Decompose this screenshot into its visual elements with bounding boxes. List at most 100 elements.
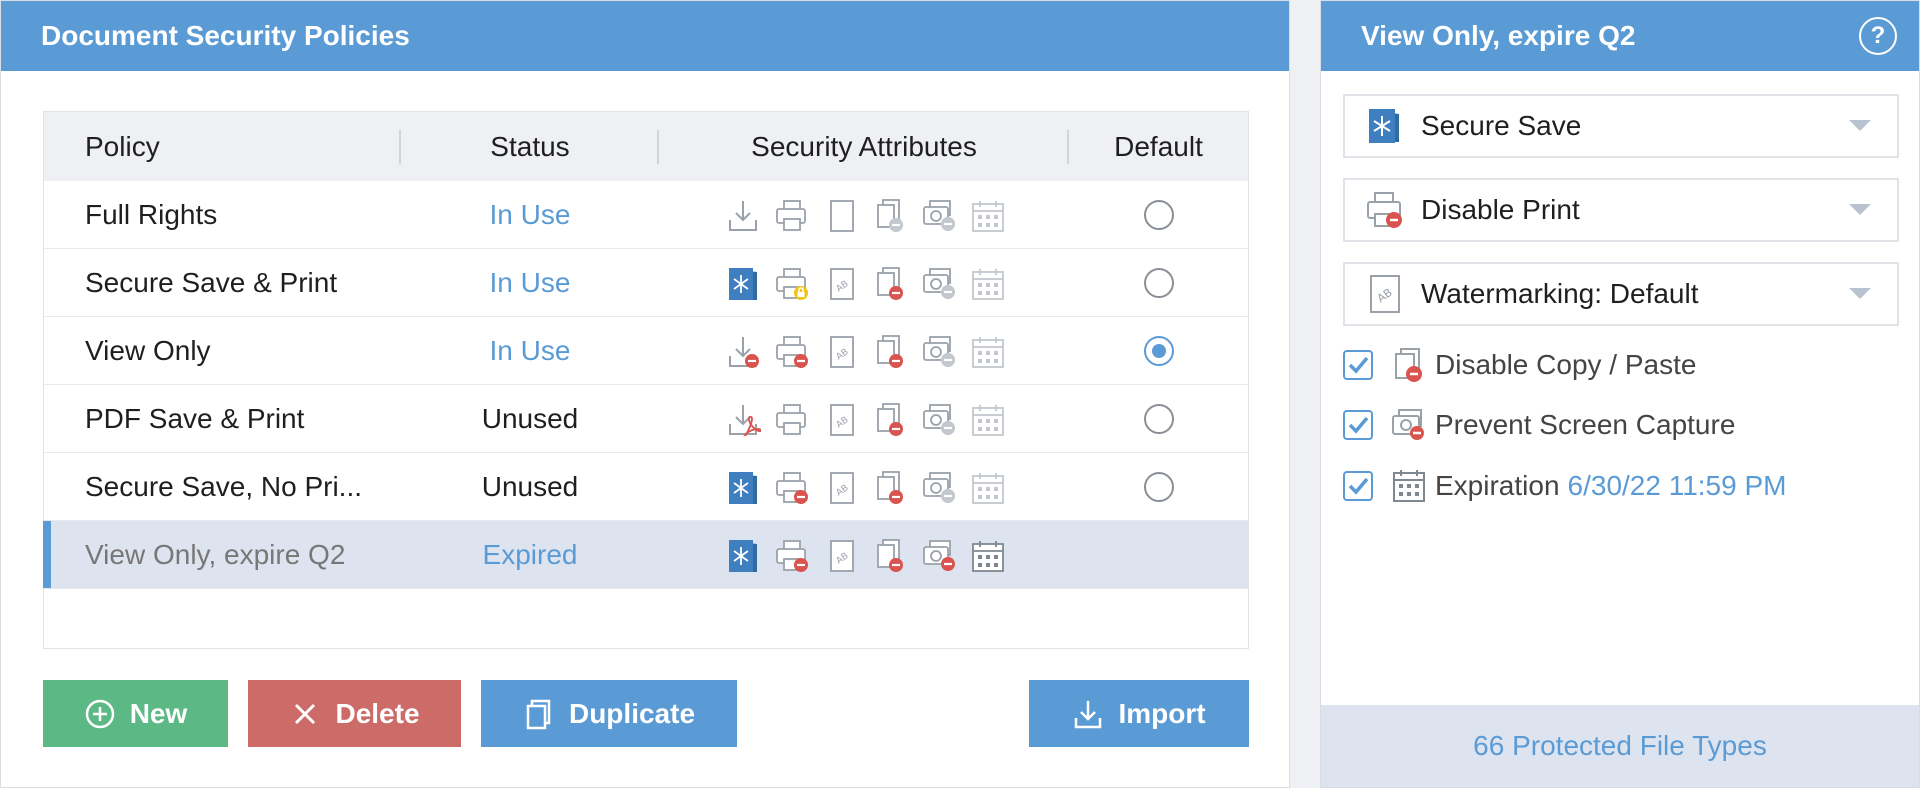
- save-mode-value: Secure Save: [1421, 110, 1582, 141]
- default-radio[interactable]: [1143, 199, 1174, 230]
- copy-disabled-red-icon: [872, 470, 908, 506]
- column-header-policy[interactable]: Policy: [44, 112, 401, 181]
- prevent-screen-capture-label: Prevent Screen Capture: [1435, 409, 1736, 440]
- policy-name-cell: View Only, expire Q2: [85, 538, 346, 570]
- import-icon: [1075, 700, 1102, 728]
- policies-table: Policy Status Security Attributes Defaul…: [43, 111, 1249, 649]
- capture-disabled-icon: [1391, 407, 1427, 443]
- download-disabled-icon: [725, 334, 761, 370]
- default-cell: [1069, 521, 1248, 588]
- policy-name-cell: Secure Save, No Pri...: [85, 470, 363, 502]
- print-icon: [774, 402, 810, 438]
- expiration-option[interactable]: Expiration 6/30/22 11:59 PM: [1343, 468, 1786, 504]
- delete-button[interactable]: Delete: [248, 680, 461, 747]
- column-header-status[interactable]: Status: [401, 112, 659, 181]
- prevent-screen-capture-option[interactable]: Prevent Screen Capture: [1343, 407, 1735, 443]
- status-link[interactable]: Expired: [483, 539, 578, 571]
- pdf-download-icon: [725, 402, 761, 438]
- delete-button-label: Delete: [335, 697, 420, 729]
- status-link[interactable]: In Use: [490, 335, 571, 367]
- print-mode-dropdown[interactable]: Disable Print: [1343, 178, 1899, 242]
- duplicate-icon: [526, 699, 551, 729]
- default-radio[interactable]: [1143, 335, 1174, 366]
- print-disabled-icon: [774, 334, 810, 370]
- copy-disabled-red-icon: [872, 402, 908, 438]
- status-link[interactable]: In Use: [490, 199, 571, 231]
- import-button-label: Import: [1118, 697, 1206, 729]
- policy-detail-panel: View Only, expire Q2 ? Secure Save Disab…: [1320, 0, 1920, 788]
- save-mode-dropdown[interactable]: Secure Save: [1343, 94, 1899, 158]
- print-disabled-icon: [774, 470, 810, 506]
- protected-file-types-link[interactable]: 66 Protected File Types: [1321, 705, 1919, 787]
- watermark-dropdown[interactable]: AB Watermarking: Default: [1343, 262, 1899, 326]
- calendar-icon: [1391, 468, 1427, 504]
- policy-name-cell: View Only: [85, 334, 211, 366]
- status-cell: Unused: [401, 453, 659, 520]
- secure-save-icon: [725, 538, 761, 574]
- policy-name-cell: PDF Save & Print: [85, 402, 305, 434]
- table-row[interactable]: Secure Save & Print In Use AB: [44, 249, 1248, 317]
- plus-circle-icon: [85, 699, 114, 728]
- panel-title: Document Security Policies: [41, 20, 410, 51]
- capture-disabled-gray-icon: [921, 198, 957, 234]
- policy-name-cell: Full Rights: [85, 198, 218, 230]
- table-row[interactable]: PDF Save & Print Unused AB: [44, 385, 1248, 453]
- default-radio[interactable]: [1143, 403, 1174, 434]
- watermark-icon: AB: [823, 334, 859, 370]
- checkbox-checked-icon[interactable]: [1343, 350, 1373, 380]
- secure-save-icon: [725, 470, 761, 506]
- blank-page-icon: [823, 198, 859, 234]
- table-header: Policy Status Security Attributes Defaul…: [44, 112, 1248, 181]
- print-disabled-icon: [774, 538, 810, 574]
- status-cell: In Use: [401, 317, 659, 384]
- expiration-date-link[interactable]: 6/30/22 11:59 PM: [1568, 470, 1787, 502]
- duplicate-button[interactable]: Duplicate: [481, 680, 737, 747]
- column-header-security-attributes[interactable]: Security Attributes: [659, 112, 1069, 181]
- watermark-icon: AB: [823, 470, 859, 506]
- checkbox-checked-icon[interactable]: [1343, 410, 1373, 440]
- status-text: Unused: [481, 402, 579, 434]
- table-row[interactable]: Secure Save, No Pri... Unused AB: [44, 453, 1248, 521]
- security-attributes-cell: [725, 198, 1006, 234]
- policy-detail-title: View Only, expire Q2: [1361, 20, 1636, 51]
- default-cell: [1069, 317, 1248, 384]
- default-cell: [1069, 181, 1248, 248]
- watermark-icon: AB: [823, 266, 859, 302]
- table-row[interactable]: View Only In Use AB: [44, 317, 1248, 385]
- help-icon: ?: [1870, 22, 1886, 49]
- protected-file-types-label: 66 Protected File Types: [1473, 730, 1767, 761]
- watermark-icon: AB: [823, 538, 859, 574]
- status-text: Unused: [481, 470, 579, 502]
- capture-disabled-gray-icon: [921, 266, 957, 302]
- help-button[interactable]: ?: [1859, 17, 1897, 55]
- capture-disabled-gray-icon: [921, 402, 957, 438]
- chevron-down-icon: [1849, 288, 1871, 299]
- security-attributes-cell: AB: [725, 334, 1006, 370]
- default-cell: [1069, 453, 1248, 520]
- new-button[interactable]: New: [43, 680, 228, 747]
- security-attributes-cell: AB: [725, 402, 1006, 438]
- disable-copy-paste-option[interactable]: Disable Copy / Paste: [1343, 347, 1696, 383]
- print-mode-value: Disable Print: [1421, 194, 1580, 225]
- expiration-label: Expiration: [1435, 470, 1560, 501]
- copy-disabled-icon: [1391, 347, 1427, 383]
- import-button[interactable]: Import: [1029, 680, 1249, 747]
- print-disabled-icon: [1365, 190, 1405, 230]
- close-icon: [295, 703, 316, 724]
- default-radio[interactable]: [1143, 471, 1174, 502]
- table-row[interactable]: View Only, expire Q2 Expired AB: [43, 521, 1248, 589]
- checkbox-checked-icon[interactable]: [1343, 471, 1373, 501]
- column-header-default[interactable]: Default: [1069, 112, 1248, 181]
- calendar-gray-icon: [970, 402, 1006, 438]
- secure-save-icon: [725, 266, 761, 302]
- policies-panel: Document Security Policies Policy Status…: [0, 0, 1290, 788]
- secure-save-icon: [1365, 106, 1405, 146]
- watermark-icon: AB: [1365, 274, 1405, 314]
- table-row[interactable]: Full Rights In Use: [44, 181, 1248, 249]
- watermark-icon: AB: [823, 402, 859, 438]
- status-link[interactable]: In Use: [490, 267, 571, 299]
- calendar-dark-icon: [970, 538, 1006, 574]
- default-radio[interactable]: [1143, 267, 1174, 298]
- status-cell: In Use: [401, 249, 659, 316]
- copy-disabled-red-icon: [872, 538, 908, 574]
